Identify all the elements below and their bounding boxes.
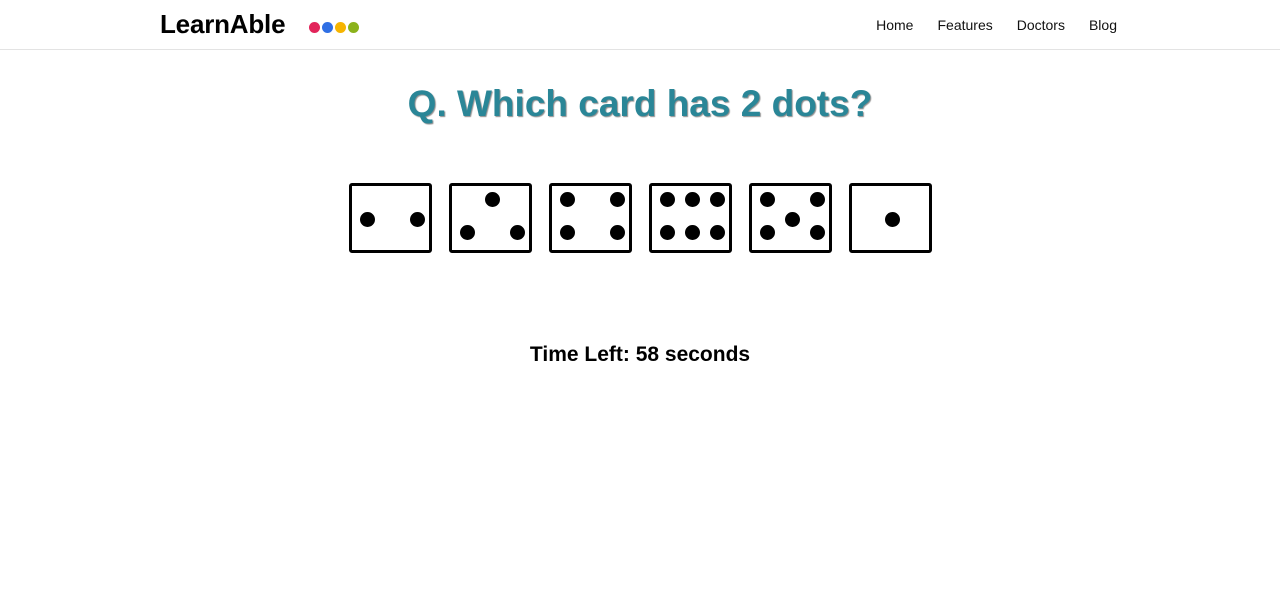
nav-link-doctors[interactable]: Doctors <box>1017 16 1065 34</box>
card-dot <box>810 225 825 240</box>
card-dot <box>560 225 575 240</box>
card-dot <box>510 225 525 240</box>
card-dot <box>410 212 425 227</box>
card-dot <box>660 192 675 207</box>
card-dot <box>710 225 725 240</box>
answer-cards <box>349 183 932 253</box>
card-dot <box>710 192 725 207</box>
answer-card-6[interactable] <box>849 183 932 253</box>
timer-text: Time Left: 58 seconds <box>529 343 751 366</box>
answer-card-5[interactable] <box>749 183 832 253</box>
card-dot <box>785 212 800 227</box>
card-dot <box>660 225 675 240</box>
brand-dot-yellow <box>335 22 346 33</box>
card-dot <box>685 225 700 240</box>
answer-card-4[interactable] <box>649 183 732 253</box>
card-dot <box>685 192 700 207</box>
card-dot <box>485 192 500 207</box>
nav-link-blog[interactable]: Blog <box>1089 16 1117 34</box>
card-dot <box>885 212 900 227</box>
nav-link-features[interactable]: Features <box>937 16 992 34</box>
card-dot <box>760 225 775 240</box>
brand-dot-blue <box>322 22 333 33</box>
question-title: Q. Which card has 2 dots? <box>407 83 873 124</box>
card-dot <box>460 225 475 240</box>
brand-logo[interactable]: LearnAble <box>160 9 286 39</box>
card-dot <box>560 192 575 207</box>
nav-menu: Home Features Doctors Blog <box>876 16 1117 34</box>
answer-card-2[interactable] <box>449 183 532 253</box>
brand-dot-red <box>309 22 320 33</box>
answer-card-3[interactable] <box>549 183 632 253</box>
answer-card-1[interactable] <box>349 183 432 253</box>
card-dot <box>760 192 775 207</box>
card-dot <box>610 192 625 207</box>
nav-link-home[interactable]: Home <box>876 16 913 34</box>
brand-dots <box>309 22 359 33</box>
card-dot <box>810 192 825 207</box>
navbar: LearnAble Home Features Doctors Blog <box>0 0 1280 50</box>
card-dot <box>610 225 625 240</box>
brand-dot-green <box>348 22 359 33</box>
card-dot <box>360 212 375 227</box>
